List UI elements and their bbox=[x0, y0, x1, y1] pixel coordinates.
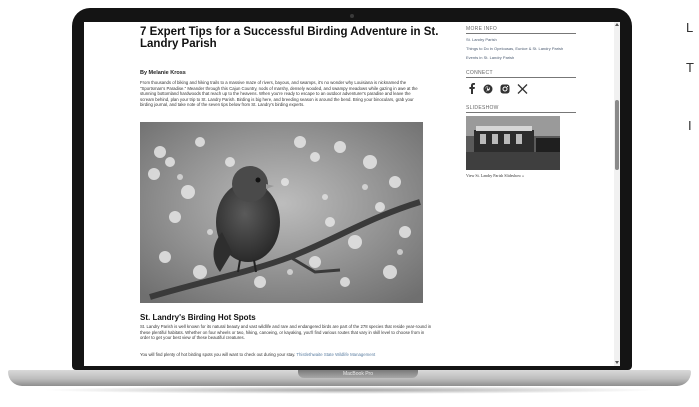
laptop-label: MacBook Pro bbox=[298, 370, 418, 378]
sidebar: MORE INFO St. Landry Parish Things to Do… bbox=[466, 26, 576, 178]
section-body: St. Landry Parish is well known for its … bbox=[140, 324, 432, 341]
x-icon[interactable] bbox=[517, 81, 528, 99]
edge-text-2: T bbox=[686, 60, 694, 75]
edge-text-1: L bbox=[686, 20, 694, 35]
scrollbar-thumb[interactable] bbox=[615, 100, 619, 170]
facebook-icon[interactable] bbox=[468, 81, 476, 99]
article-column: 7 Expert Tips for a Successful Birding A… bbox=[140, 22, 470, 366]
article-title: 7 Expert Tips for a Successful Birding A… bbox=[140, 26, 439, 50]
social-links bbox=[468, 81, 576, 99]
laptop-shadow bbox=[40, 386, 660, 394]
slideshow-thumbnail[interactable] bbox=[466, 116, 560, 170]
pinterest-icon[interactable] bbox=[483, 81, 493, 99]
page-scrollbar[interactable] bbox=[614, 22, 620, 366]
section-body-2-text: You will find plenty of hot birding spot… bbox=[140, 352, 296, 357]
article-byline: By Melanie Kross bbox=[140, 70, 186, 76]
edge-text-3: I bbox=[688, 118, 692, 133]
scroll-down-arrow-icon[interactable] bbox=[615, 361, 619, 364]
section-body-2: You will find plenty of hot birding spot… bbox=[140, 352, 435, 358]
sidebar-link-events[interactable]: Events in St. Landry Parish bbox=[466, 55, 576, 60]
sidebar-link-st-landry[interactable]: St. Landry Parish bbox=[466, 37, 576, 42]
instagram-icon[interactable] bbox=[500, 81, 510, 99]
more-info-heading: MORE INFO bbox=[466, 26, 576, 34]
wildlife-management-link[interactable]: Thistlethwaite State Wildlife Management bbox=[296, 352, 375, 357]
slideshow-heading: SLIDESHOW bbox=[466, 105, 576, 113]
section-heading: St. Landry's Birding Hot Spots bbox=[140, 313, 256, 322]
bird-photo-image bbox=[140, 122, 423, 303]
laptop-screen: 7 Expert Tips for a Successful Birding A… bbox=[84, 22, 620, 366]
article-intro: From thousands of biking and hiking trai… bbox=[140, 80, 418, 108]
sidebar-link-things-to-do[interactable]: Things to Do in Opelousas, Eunice & St. … bbox=[466, 46, 576, 51]
camera-icon bbox=[350, 14, 354, 18]
laptop-base: MacBook Pro bbox=[8, 370, 691, 386]
connect-heading: CONNECT bbox=[466, 70, 576, 78]
laptop-lid: 7 Expert Tips for a Successful Birding A… bbox=[72, 8, 632, 370]
slideshow-caption[interactable]: View St. Landry Parish Slideshow » bbox=[466, 173, 576, 178]
scroll-up-arrow-icon[interactable] bbox=[615, 23, 619, 26]
bird-photo bbox=[140, 122, 423, 303]
